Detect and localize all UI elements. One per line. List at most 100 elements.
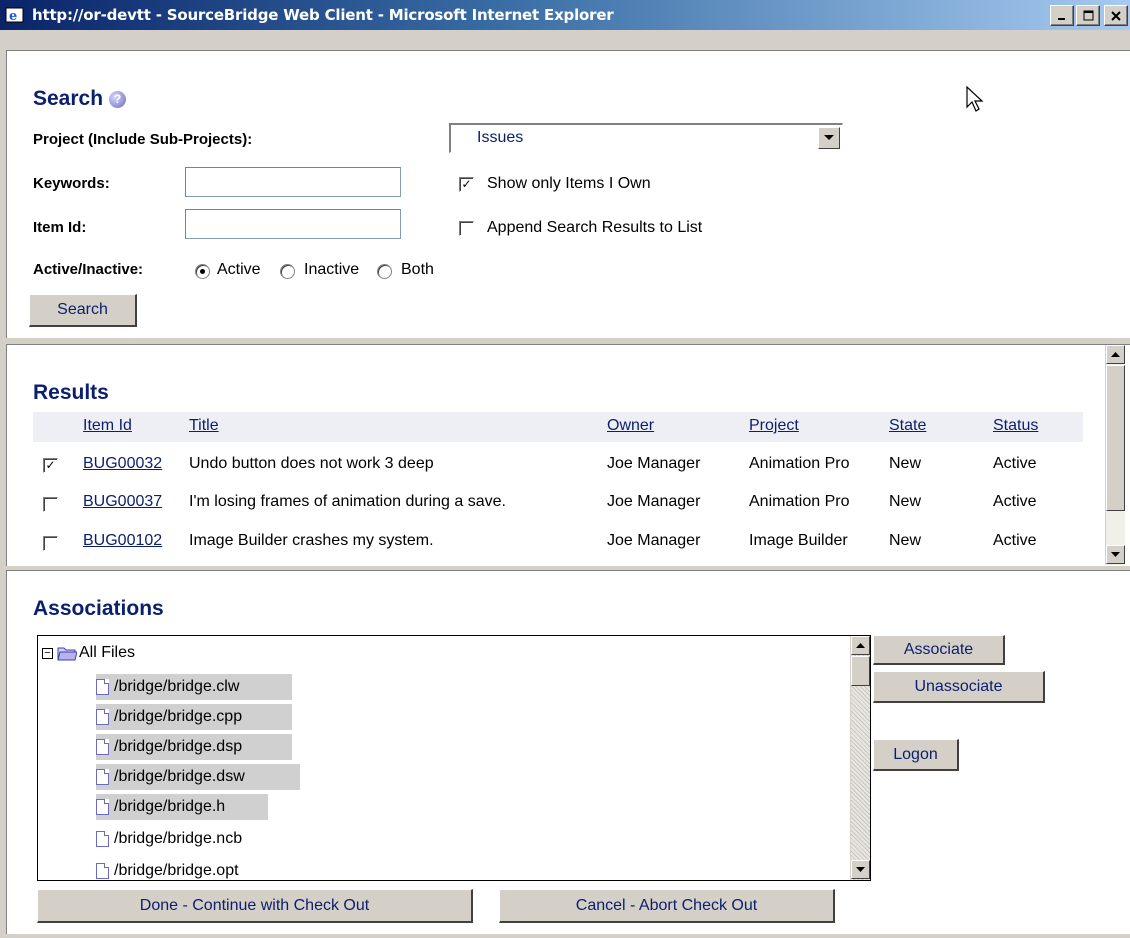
col-status[interactable]: Status xyxy=(993,417,1038,435)
tree-file-label: /bridge/bridge.dsw xyxy=(114,768,245,785)
close-button[interactable] xyxy=(1104,5,1128,26)
row-checkbox[interactable]: ✓ xyxy=(43,458,58,473)
col-item-id[interactable]: Item Id xyxy=(83,417,132,435)
tree-file-label: /bridge/bridge.ncb xyxy=(114,830,243,847)
row-title: I'm losing frames of animation during a … xyxy=(189,493,506,510)
row-owner: Joe Manager xyxy=(607,455,701,472)
minimize-button[interactable] xyxy=(1050,5,1074,26)
project-select[interactable]: Issues xyxy=(449,123,843,153)
results-scrollbar[interactable] xyxy=(1105,345,1125,565)
file-tree[interactable]: − All Files /bridge/bridge.clw /bridge/b… xyxy=(37,635,871,881)
minimize-icon xyxy=(1058,17,1065,20)
row-status: Active xyxy=(993,532,1037,549)
file-icon xyxy=(96,863,109,879)
folder-icon xyxy=(57,647,77,661)
item-id-link[interactable]: BUG00037 xyxy=(83,493,162,511)
tree-file-item[interactable]: /bridge/bridge.opt xyxy=(96,858,239,880)
done-checkout-button[interactable]: Done - Continue with Check Out xyxy=(37,889,473,923)
keywords-label: Keywords: xyxy=(33,175,110,192)
row-owner: Joe Manager xyxy=(607,493,701,510)
tree-scrollbar[interactable] xyxy=(850,636,870,880)
scroll-down-icon[interactable] xyxy=(1106,545,1125,564)
close-icon xyxy=(1111,10,1121,21)
tree-file-label: /bridge/bridge.h xyxy=(114,798,226,815)
scroll-down-icon[interactable] xyxy=(851,860,870,879)
mouse-cursor-icon xyxy=(966,85,984,112)
item-id-link[interactable]: BUG00032 xyxy=(83,455,162,473)
row-status: Active xyxy=(993,493,1037,510)
keywords-input[interactable] xyxy=(185,167,401,197)
radio-active[interactable] xyxy=(195,264,210,279)
col-title[interactable]: Title xyxy=(189,417,219,435)
col-owner[interactable]: Owner xyxy=(607,417,654,435)
file-icon xyxy=(96,769,109,785)
tree-file-item[interactable]: /bridge/bridge.dsp xyxy=(96,734,292,760)
tree-file-item[interactable]: /bridge/bridge.cpp xyxy=(96,704,292,730)
row-project: Animation Pro xyxy=(749,493,850,510)
append-checkbox[interactable] xyxy=(459,221,474,236)
tree-file-item[interactable]: /bridge/bridge.clw xyxy=(96,674,292,700)
tree-file-label: /bridge/bridge.dsp xyxy=(114,738,243,755)
search-heading: Search? xyxy=(33,87,127,111)
row-project: Animation Pro xyxy=(749,455,850,472)
scroll-up-icon[interactable] xyxy=(1106,345,1125,364)
search-pane: Search? Project (Include Sub-Projects): … xyxy=(6,50,1130,338)
chevron-down-icon[interactable] xyxy=(818,127,840,149)
radio-active-label: Active xyxy=(217,261,261,278)
window-titlebar[interactable]: e http://or-devtt - SourceBridge Web Cli… xyxy=(0,0,1130,30)
results-pane: Results Item Id Title Owner Project Stat… xyxy=(6,344,1130,566)
row-status: Active xyxy=(993,455,1037,472)
maximize-icon xyxy=(1083,10,1093,21)
tree-file-item[interactable]: /bridge/bridge.h xyxy=(96,794,268,820)
row-state: New xyxy=(889,532,922,549)
row-project: Image Builder xyxy=(749,532,848,549)
item-id-link[interactable]: BUG00102 xyxy=(83,532,162,550)
itemid-label: Item Id: xyxy=(33,219,87,236)
col-state[interactable]: State xyxy=(889,417,926,435)
results-title: Results xyxy=(33,381,109,404)
file-icon xyxy=(96,799,109,815)
search-button[interactable]: Search xyxy=(29,294,137,327)
tree-file-label: /bridge/bridge.opt xyxy=(114,862,239,879)
file-icon xyxy=(96,739,109,755)
col-project[interactable]: Project xyxy=(749,417,799,435)
row-title: Undo button does not work 3 deep xyxy=(189,455,434,472)
row-state: New xyxy=(889,493,922,510)
associations-title: Associations xyxy=(33,597,164,620)
window-title: http://or-devtt - SourceBridge Web Clien… xyxy=(32,6,614,24)
search-title: Search xyxy=(33,87,104,110)
radio-inactive[interactable] xyxy=(280,264,295,279)
tree-file-label: /bridge/bridge.clw xyxy=(114,678,240,695)
maximize-button[interactable] xyxy=(1076,5,1100,26)
radio-both-label: Both xyxy=(401,261,434,278)
tree-root[interactable]: − All Files xyxy=(42,640,135,666)
tree-file-label: /bridge/bridge.cpp xyxy=(114,708,243,725)
project-label: Project (Include Sub-Projects): xyxy=(33,131,253,148)
radio-inactive-label: Inactive xyxy=(304,261,360,278)
project-select-value: Issues xyxy=(477,129,524,146)
radio-both[interactable] xyxy=(377,264,392,279)
show-only-checkbox[interactable]: ✓ xyxy=(459,177,474,192)
file-icon xyxy=(96,709,109,725)
unassociate-button[interactable]: Unassociate xyxy=(873,671,1045,703)
show-only-label: Show only Items I Own xyxy=(487,175,651,192)
scroll-up-icon[interactable] xyxy=(851,636,870,655)
row-checkbox[interactable] xyxy=(43,536,58,551)
row-checkbox[interactable] xyxy=(43,497,58,512)
itemid-input[interactable] xyxy=(185,209,401,239)
file-icon xyxy=(96,831,109,847)
tree-file-item[interactable]: /bridge/bridge.dsw xyxy=(96,764,300,790)
logon-button[interactable]: Logon xyxy=(873,739,959,771)
scroll-thumb[interactable] xyxy=(851,656,870,686)
scroll-thumb[interactable] xyxy=(1106,365,1125,511)
svg-text:e: e xyxy=(9,9,17,24)
help-icon[interactable]: ? xyxy=(109,91,127,108)
tree-root-label: All Files xyxy=(79,644,136,661)
collapse-icon[interactable]: − xyxy=(42,647,53,659)
row-title: Image Builder crashes my system. xyxy=(189,532,434,549)
cancel-checkout-button[interactable]: Cancel - Abort Check Out xyxy=(499,889,835,923)
associations-pane: Associations − All Files /bridge/bridge.… xyxy=(6,570,1130,934)
append-label: Append Search Results to List xyxy=(487,219,703,236)
associate-button[interactable]: Associate xyxy=(873,635,1005,665)
tree-file-item[interactable]: /bridge/bridge.ncb xyxy=(96,826,242,852)
